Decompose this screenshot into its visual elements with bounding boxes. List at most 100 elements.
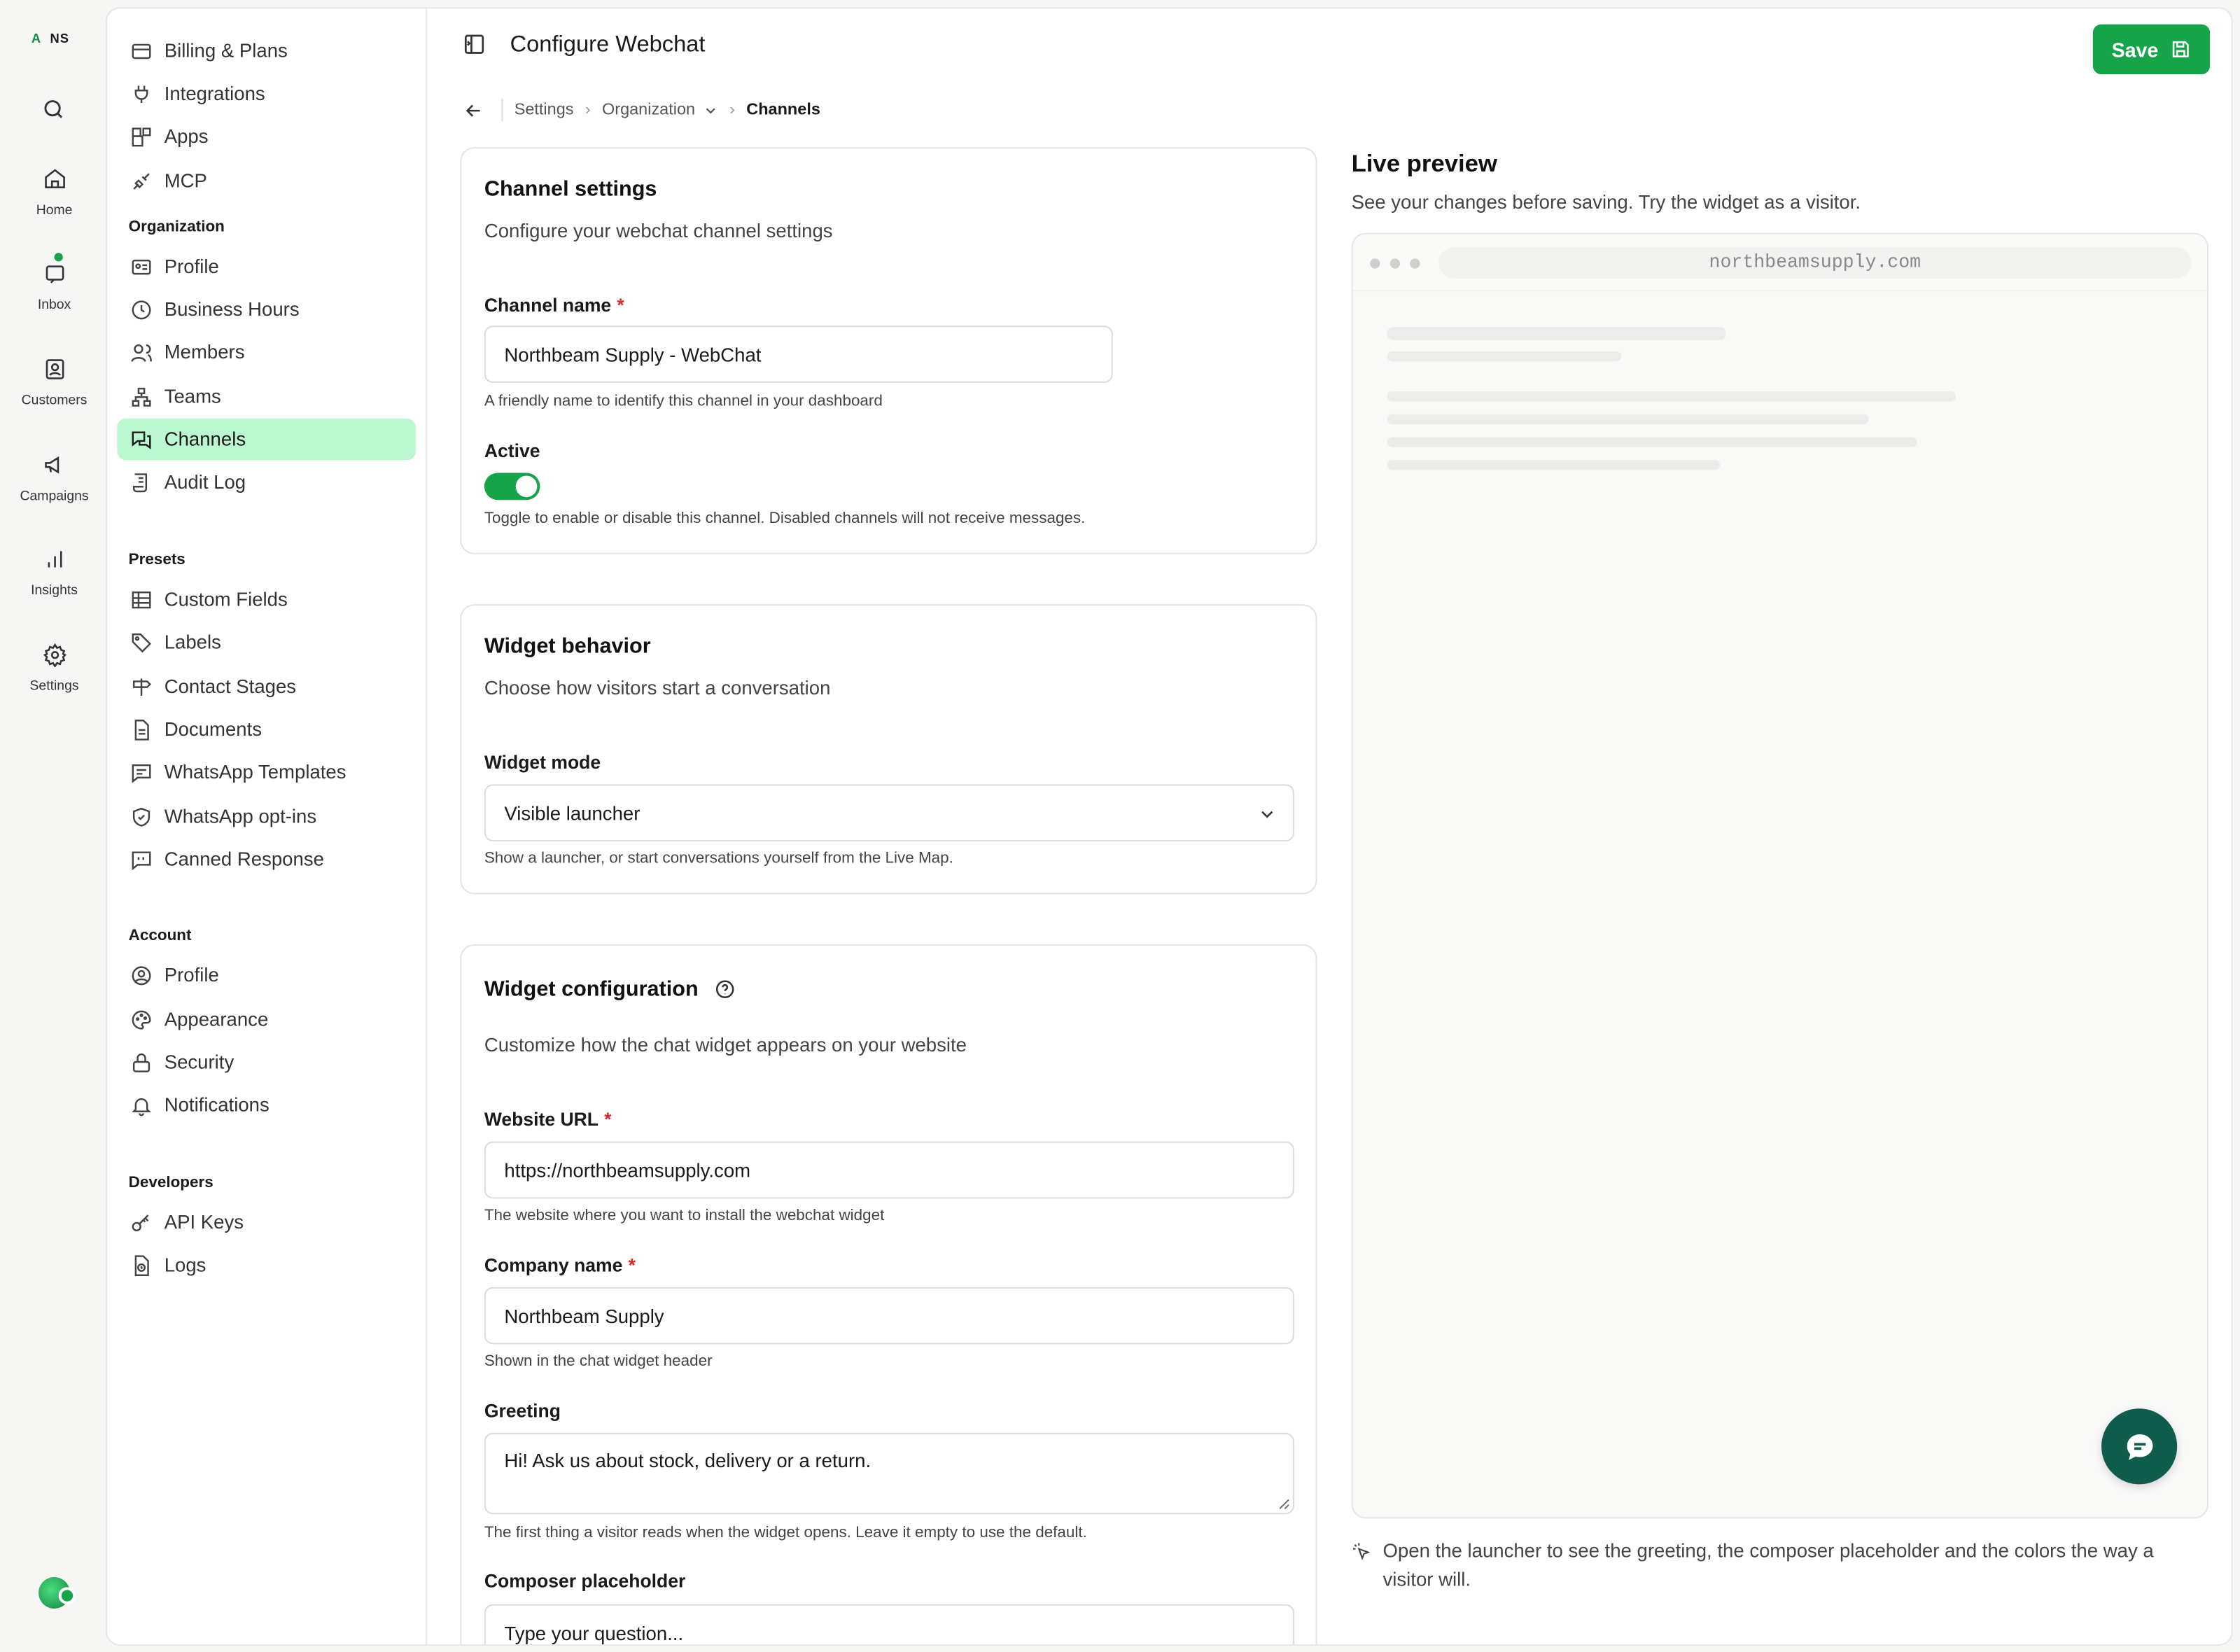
sidebar-toggle-icon[interactable] xyxy=(463,33,486,56)
nav-contact-stages[interactable]: Contact Stages xyxy=(117,666,416,707)
nav-channels[interactable]: Channels xyxy=(117,418,416,461)
widget-mode-select[interactable]: Visible launcher xyxy=(484,784,1294,842)
chevron-right-icon: › xyxy=(729,101,735,119)
widget-configuration-title: Widget configuration xyxy=(484,977,736,1002)
channel-name-help: A friendly name to identify this channel… xyxy=(484,393,883,410)
customers-icon xyxy=(45,359,64,379)
nav-org-profile[interactable]: Profile xyxy=(117,246,416,287)
apps-icon xyxy=(132,127,151,146)
palette-icon xyxy=(132,1009,151,1029)
breadcrumb-current: Channels xyxy=(746,101,820,119)
chevron-right-icon: › xyxy=(584,101,591,119)
widget-mode-label: Widget mode xyxy=(484,751,601,774)
nav-account-profile[interactable]: Profile xyxy=(117,954,416,995)
rail-inbox[interactable]: Inbox xyxy=(0,261,108,313)
tag-icon xyxy=(132,632,152,652)
document-icon xyxy=(134,718,149,740)
nav-billing[interactable]: Billing & Plans xyxy=(117,30,416,71)
widget-behavior-card: Widget behavior Choose how visitors star… xyxy=(460,604,1317,895)
plug-icon xyxy=(134,85,148,102)
nav-section-presets: Presets xyxy=(128,551,186,569)
active-toggle[interactable] xyxy=(484,472,540,500)
nav-logs[interactable]: Logs xyxy=(117,1245,416,1286)
nav-notifications[interactable]: Notifications xyxy=(117,1084,416,1126)
widget-behavior-subtitle: Choose how visitors start a conversation xyxy=(484,677,831,699)
breadcrumb-settings[interactable]: Settings xyxy=(514,102,574,118)
channel-name-label: Channel name * xyxy=(484,294,624,316)
nav-audit-log[interactable]: Audit Log xyxy=(117,461,416,503)
floppy-disk-icon xyxy=(2172,41,2189,57)
bar-chart-icon xyxy=(47,551,62,568)
rail-campaigns[interactable]: Campaigns xyxy=(0,453,108,504)
widget-mode-help: Show a launcher, or start conversations … xyxy=(484,850,953,867)
home-icon xyxy=(44,169,64,188)
composer-placeholder-input[interactable]: Type your question... xyxy=(484,1604,1294,1644)
id-card-icon xyxy=(132,258,151,274)
settings-nav: Billing & Plans Integrations Apps MCP Or… xyxy=(106,7,428,1646)
scroll-icon xyxy=(132,472,148,492)
nav-labels[interactable]: Labels xyxy=(117,622,416,663)
workspace-switcher[interactable]: A NS xyxy=(31,31,80,57)
website-url-input[interactable]: https://northbeamsupply.com xyxy=(484,1141,1294,1199)
nav-whatsapp-optins[interactable]: WhatsApp opt-ins xyxy=(117,796,416,837)
nav-business-hours[interactable]: Business Hours xyxy=(117,288,416,330)
live-preview-subtitle: See your changes before saving. Try the … xyxy=(1351,191,1861,214)
live-preview-frame: northbeamsupply.com xyxy=(1351,232,2209,1519)
nav-teams[interactable]: Teams xyxy=(117,376,416,417)
search-icon[interactable] xyxy=(41,97,66,122)
nav-integrations[interactable]: Integrations xyxy=(117,73,416,114)
nav-security[interactable]: Security xyxy=(117,1042,416,1083)
rail-insights[interactable]: Insights xyxy=(0,547,108,598)
website-url-label: Website URL * xyxy=(484,1108,612,1130)
resize-handle-icon[interactable] xyxy=(1277,1497,1289,1510)
composer-placeholder-label: Composer placeholder xyxy=(484,1569,686,1592)
website-url-help: The website where you want to install th… xyxy=(484,1207,885,1224)
greeting-textarea[interactable]: Hi! Ask us about stock, delivery or a re… xyxy=(484,1432,1294,1515)
nav-section-account: Account xyxy=(128,927,192,944)
company-name-input[interactable]: Northbeam Supply xyxy=(484,1287,1294,1345)
channel-settings-subtitle: Configure your webchat channel settings xyxy=(484,220,833,241)
widget-behavior-title: Widget behavior xyxy=(484,634,651,659)
nav-custom-fields[interactable]: Custom Fields xyxy=(117,579,416,620)
sparkle-pointer-icon xyxy=(1352,1543,1371,1560)
channel-name-input[interactable]: Northbeam Supply - WebChat xyxy=(484,326,1113,383)
channel-settings-card: Channel settings Configure your webchat … xyxy=(460,147,1317,554)
breadcrumb-organization[interactable]: Organization xyxy=(602,102,695,118)
inbox-unread-dot xyxy=(54,253,63,262)
nav-whatsapp-templates[interactable]: WhatsApp Templates xyxy=(117,751,416,792)
message-square-icon xyxy=(132,763,151,783)
chat-bubble-icon xyxy=(2126,1433,2152,1460)
lock-icon xyxy=(132,1052,150,1072)
gear-icon xyxy=(42,643,66,668)
company-name-help: Shown in the chat widget header xyxy=(484,1352,713,1371)
rail-customers[interactable]: Customers xyxy=(0,357,108,409)
inbox-icon xyxy=(45,265,64,284)
nav-appearance[interactable]: Appearance xyxy=(117,999,416,1040)
arrow-left-icon[interactable] xyxy=(463,99,484,121)
preview-url: northbeamsupply.com xyxy=(1438,247,2192,279)
nav-section-organization: Organization xyxy=(128,218,225,236)
rail-home[interactable]: Home xyxy=(0,167,108,218)
quote-message-icon xyxy=(132,850,151,870)
nav-section-developers: Developers xyxy=(128,1174,214,1192)
chat-bubbles-icon xyxy=(132,430,151,449)
megaphone-icon xyxy=(44,456,59,474)
channel-settings-title: Channel settings xyxy=(484,177,657,202)
nav-apps[interactable]: Apps xyxy=(117,115,416,157)
chevron-down-icon[interactable] xyxy=(702,102,718,118)
widget-configuration-card: Widget configuration Customize how the c… xyxy=(460,944,1317,1644)
chat-launcher-button[interactable] xyxy=(2101,1408,2178,1485)
rail-settings[interactable]: Settings xyxy=(0,643,108,694)
nav-members[interactable]: Members xyxy=(117,331,416,372)
nav-canned-response[interactable]: Canned Response xyxy=(117,839,416,880)
save-button[interactable]: Save xyxy=(2092,24,2211,75)
user-avatar[interactable] xyxy=(38,1577,76,1609)
help-circle-icon[interactable] xyxy=(714,979,736,1000)
nav-mcp[interactable]: MCP xyxy=(117,160,416,202)
nav-documents[interactable]: Documents xyxy=(117,708,416,750)
nav-api-keys[interactable]: API Keys xyxy=(117,1201,416,1242)
clock-icon xyxy=(132,300,151,319)
users-icon xyxy=(131,343,152,361)
file-clock-icon xyxy=(134,1254,149,1275)
widget-configuration-subtitle: Customize how the chat widget appears on… xyxy=(484,1034,967,1056)
